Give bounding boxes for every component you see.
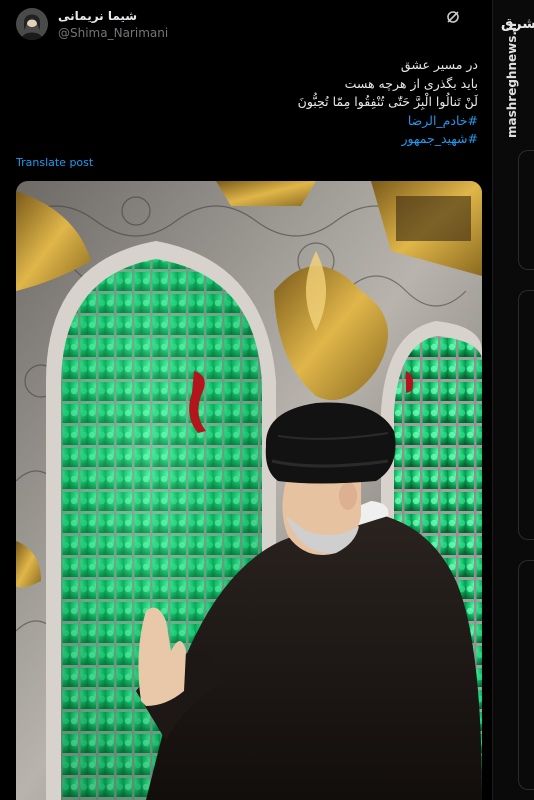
news-brand-sidebar: مشرق mashreghnews.ir	[492, 0, 534, 800]
tweet-text: در مسیر عشق باید بگذری از هرچه هست لَنْ …	[38, 56, 478, 149]
translate-post-link[interactable]: Translate post	[16, 156, 93, 169]
sidebar-panel	[518, 150, 534, 270]
sidebar-panel	[518, 560, 534, 790]
author-handle[interactable]: @Shima_Narimani	[58, 26, 168, 40]
tweet-text-line-3: لَنْ تَنالُوا الْبِرَّ حَتّٰى تُنْفِقُوا…	[297, 94, 478, 109]
hashtag-shahid-jomhur[interactable]: #شهید_جمهور	[38, 130, 478, 149]
tweet: شیما نریمانی @Shima_Narimani در مسیر عشق…	[0, 0, 492, 800]
tweet-text-line-1: در مسیر عشق	[400, 57, 478, 72]
avatar[interactable]	[16, 8, 48, 40]
hashtag-khadem-reza[interactable]: #خادم_الرضا	[38, 112, 478, 131]
tweet-photo[interactable]	[16, 181, 482, 800]
shrine-photo	[16, 181, 482, 800]
brand-url: mashreghnews.ir	[505, 21, 519, 138]
tweet-text-line-2: باید بگذری از هرچه هست	[344, 75, 478, 91]
sidebar-panel	[518, 290, 534, 540]
grok-icon[interactable]	[446, 9, 460, 23]
author-name[interactable]: شیما نریمانی	[58, 9, 137, 23]
